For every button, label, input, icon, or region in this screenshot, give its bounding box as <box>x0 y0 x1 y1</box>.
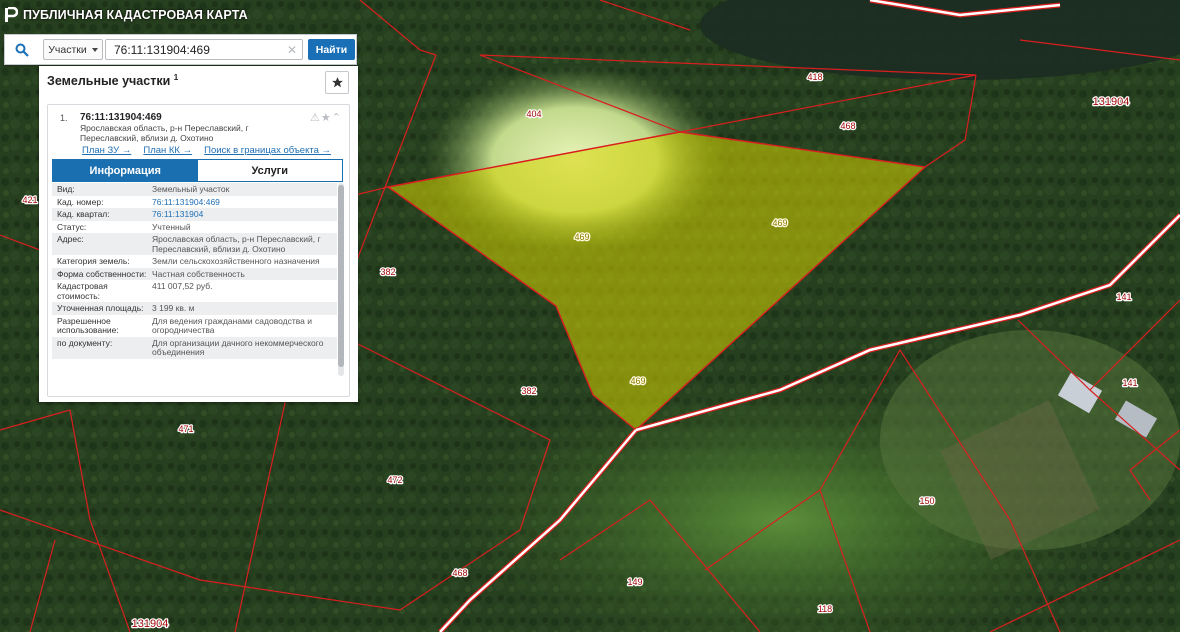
info-row: Статус: Учтенный <box>52 221 337 234</box>
info-row-value: Для организации дачного некоммерческого … <box>152 337 324 357</box>
parcel-number-label: 141 <box>1116 292 1131 302</box>
parcel-number-label: 149 <box>627 577 642 587</box>
info-table: Вид: Земельный участок Кад. номер: 76:11:13… <box>52 183 337 376</box>
info-row-label: Форма собственности: <box>57 268 147 279</box>
parcel-number-label: 471 <box>178 424 193 434</box>
quarter-number-label: 131904 <box>132 618 169 630</box>
parcel-number-label: 472 <box>387 475 402 485</box>
search-type-label: Участки <box>48 43 87 56</box>
info-row-value: 3 199 кв. м <box>152 303 195 313</box>
info-row: Адрес: Ярославская область, р-н Переславс… <box>52 233 337 255</box>
plan-kk-link[interactable]: План КК → <box>143 145 192 156</box>
parcel-number-label: 421 <box>22 195 37 205</box>
result-cad-number[interactable]: 76:11:131904:469 <box>80 112 162 123</box>
result-card: 1. 76:11:131904:469 Ярославская область,… <box>47 104 350 397</box>
rosreestr-logo-icon <box>5 7 18 22</box>
info-row: Кад. квартал: 76:11:131904 <box>52 208 337 221</box>
parcel-number-label: 404 <box>526 109 541 119</box>
info-row: по документу: Для организации дачного нек… <box>52 336 337 359</box>
parcel-number-label: 418 <box>807 72 822 82</box>
search-bar: Участки ✕ Найти <box>4 34 357 65</box>
star-icon[interactable]: ★ <box>321 111 331 124</box>
info-row-value: Для ведения гражданами садоводства и ого… <box>152 315 313 335</box>
panel-title: Земельные участки 1 <box>47 73 178 88</box>
parcel-number-label: 468 <box>840 121 855 131</box>
parcel-number-label: 118 <box>818 604 832 614</box>
search-button[interactable]: Найти <box>308 39 355 60</box>
info-row: Форма собственности: Частная собственност… <box>52 267 337 280</box>
info-row-value: Ярославская область, р-н Переславский, г… <box>152 234 321 254</box>
info-row: Кад. номер: 76:11:131904:469 <box>52 196 337 209</box>
result-index: 1. <box>60 113 68 123</box>
info-row-label: Уточненная площадь: <box>57 303 144 313</box>
parcel-number-label: 141 <box>1122 378 1137 388</box>
info-tabs: Информация Услуги <box>52 159 343 182</box>
info-row: Разрешенное использование: Для ведения гр… <box>52 315 337 337</box>
favorite-button[interactable] <box>325 71 349 94</box>
search-in-bounds-link[interactable]: Поиск в границах объекта → <box>204 145 331 156</box>
parcel-number-label: 469 <box>630 376 645 386</box>
info-row-label: по документу: <box>57 337 113 348</box>
close-icon[interactable]: ✕ <box>287 43 297 57</box>
info-row-label: Кадастровая стоимость: <box>57 281 108 301</box>
scrollbar[interactable] <box>338 183 344 376</box>
result-address: Ярославская область, р-н Переславский, г… <box>80 123 249 143</box>
parcel-number-label: 468 <box>452 568 467 578</box>
parcel-number-label: 469 <box>574 232 589 242</box>
info-row-value: Земли сельскохозяйственного назначения <box>152 256 320 266</box>
quarter-number-label: 131904 <box>1093 96 1130 108</box>
info-row: Уточненная площадь: 3 199 кв. м <box>52 302 337 315</box>
search-icon[interactable] <box>5 35 39 64</box>
info-row-label: Разрешенное использование: <box>57 315 119 335</box>
parcel-number-label: 150 <box>919 496 934 506</box>
search-input[interactable] <box>105 39 303 60</box>
card-tools: ⚠ ★ ⌃ <box>310 111 341 124</box>
chevron-down-icon <box>91 47 98 52</box>
plan-zu-link[interactable]: План ЗУ → <box>82 145 131 156</box>
app-header: ПУБЛИЧНАЯ КАДАСТРОВАЯ КАРТА <box>4 5 248 25</box>
info-row-label: Вид: <box>57 184 75 194</box>
tab-services[interactable]: Услуги <box>197 160 342 181</box>
info-row: Вид: Земельный участок <box>52 183 337 196</box>
info-row-value[interactable]: 76:11:131904:469 <box>152 197 332 208</box>
info-row-label: Категория земель: <box>57 256 130 266</box>
info-row: Кадастровая стоимость: 411 007,52 руб. <box>52 280 337 302</box>
info-row-label: Статус: <box>57 221 87 232</box>
search-type-dropdown[interactable]: Участки <box>43 39 103 60</box>
result-count: 1 <box>173 73 179 82</box>
scroll-thumb[interactable] <box>338 185 344 367</box>
info-row-value: 411 007,52 руб. <box>152 281 213 291</box>
info-row-label: Кад. квартал: <box>57 209 110 219</box>
info-row-label: Адрес: <box>57 234 84 244</box>
info-row-value: Земельный участок <box>152 184 230 194</box>
parcel-number-label: 382 <box>521 386 536 396</box>
parcel-number-label: 469 <box>772 218 787 228</box>
tab-information[interactable]: Информация <box>53 160 198 181</box>
info-row-value: Частная собственность <box>152 268 245 279</box>
info-row-value: Учтенный <box>152 221 191 232</box>
panel-title-text: Земельные участки <box>47 74 171 89</box>
info-row-label: Кад. номер: <box>57 196 104 207</box>
card-links: План ЗУ → План КК → Поиск в границах объ… <box>82 145 331 156</box>
chevron-up-icon[interactable]: ⌃ <box>332 111 341 124</box>
result-panel: Земельные участки 1 1. 76:11:131904:469 … <box>39 66 358 402</box>
info-row-value[interactable]: 76:11:131904 <box>152 209 332 220</box>
parcel-number-label: 382 <box>380 267 395 277</box>
star-icon <box>331 77 343 88</box>
info-row: Категория земель: Земли сельскохозяйствен… <box>52 255 337 268</box>
app-title: ПУБЛИЧНАЯ КАДАСТРОВАЯ КАРТА <box>23 8 248 22</box>
warning-icon[interactable]: ⚠ <box>310 111 320 124</box>
